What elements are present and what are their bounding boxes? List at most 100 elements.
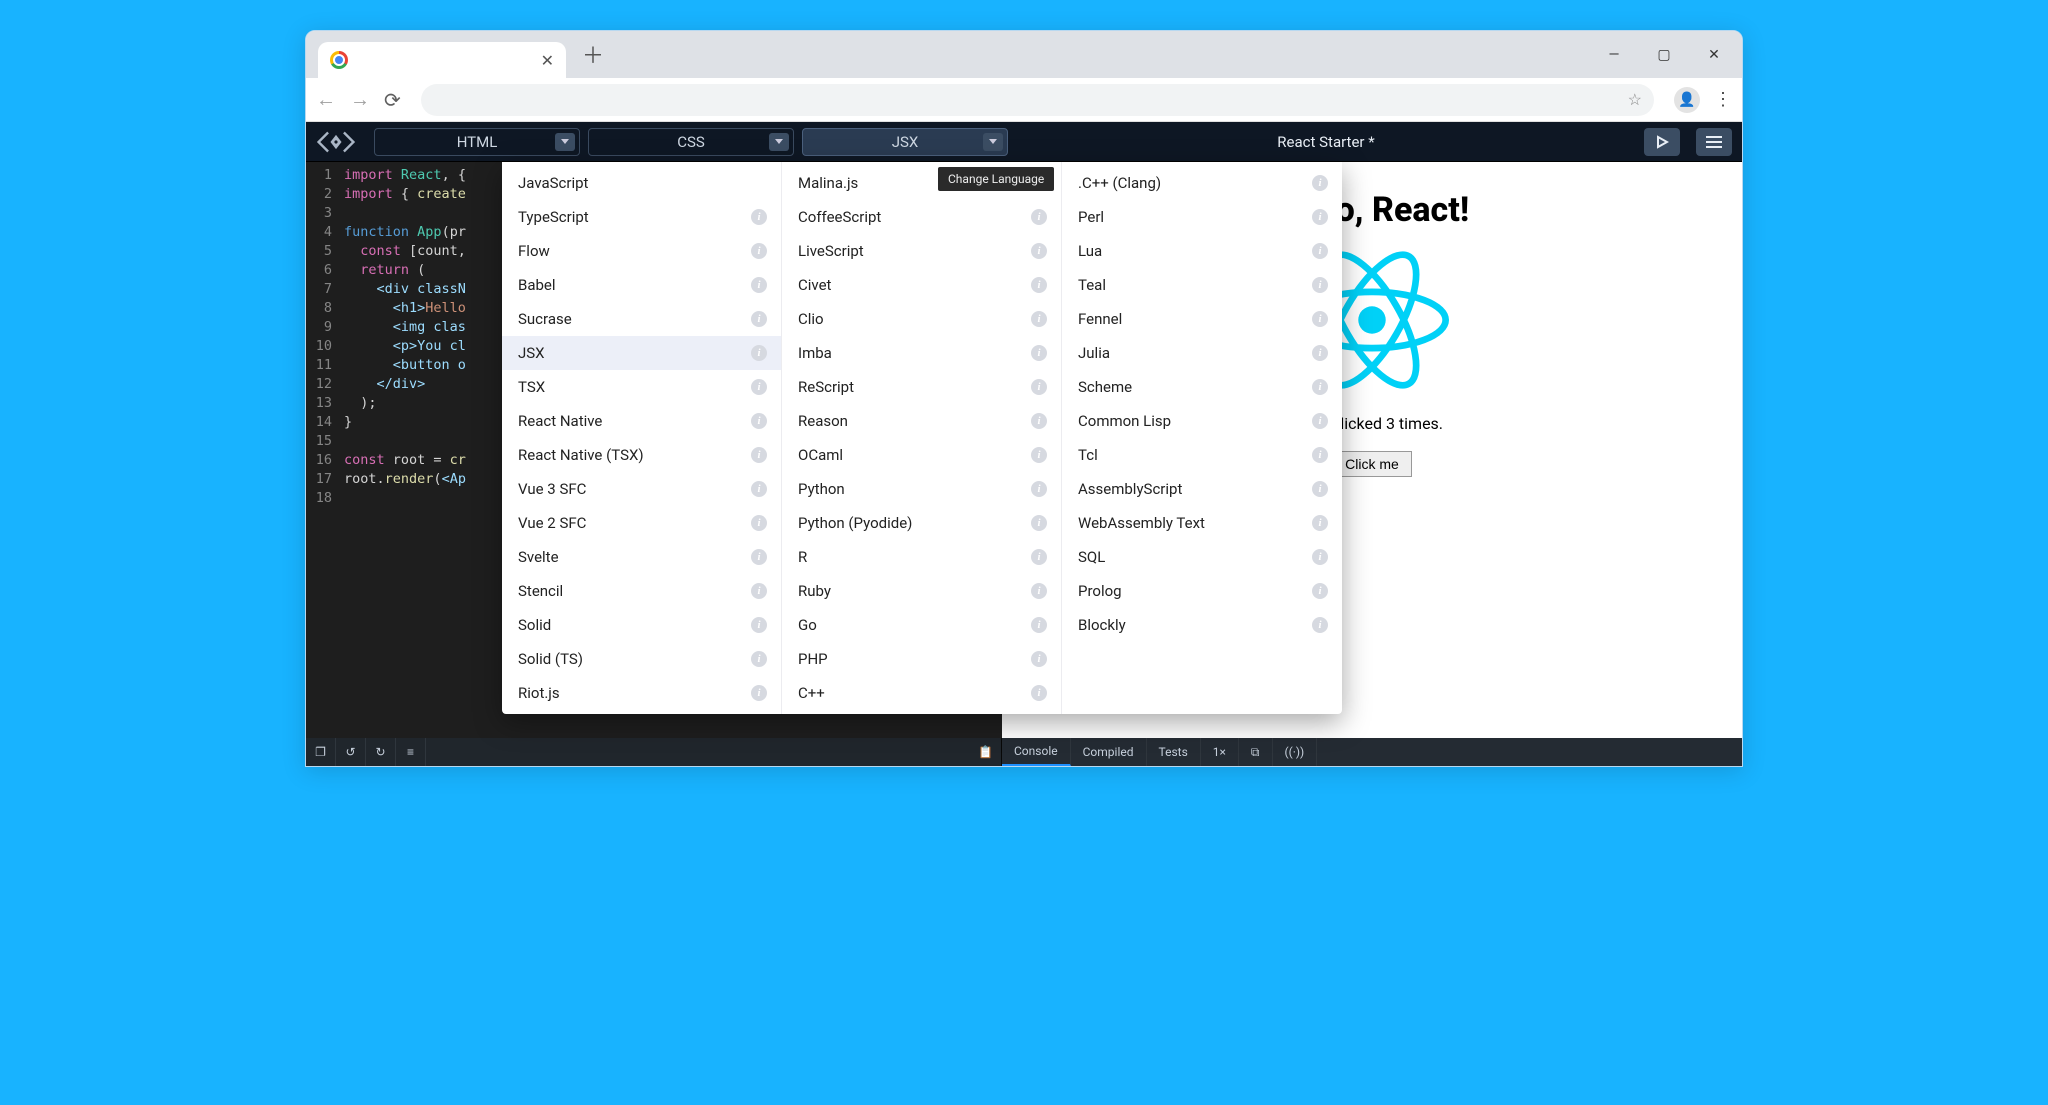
info-icon[interactable]: i [751,345,767,361]
info-icon[interactable]: i [1031,379,1047,395]
language-option[interactable]: TSXi [502,370,781,404]
status-tab[interactable]: Tests [1147,738,1201,766]
language-option[interactable]: LiveScripti [782,234,1061,268]
chevron-down-icon[interactable] [769,133,789,151]
language-option[interactable]: Vue 2 SFCi [502,506,781,540]
copy-icon[interactable]: ❐ [306,738,336,766]
info-icon[interactable]: i [1031,515,1047,531]
language-option[interactable]: Reasoni [782,404,1061,438]
info-icon[interactable]: i [751,549,767,565]
language-option[interactable]: Solid (TS)i [502,642,781,676]
language-option[interactable]: Teali [1062,268,1342,302]
language-option[interactable]: C++i [782,676,1061,710]
run-button[interactable] [1644,128,1680,156]
info-icon[interactable]: i [1312,549,1328,565]
info-icon[interactable]: i [751,651,767,667]
bookmark-icon[interactable]: ☆ [1628,90,1642,109]
info-icon[interactable]: i [1031,447,1047,463]
hamburger-menu-button[interactable] [1696,128,1732,156]
language-option[interactable]: Ri [782,540,1061,574]
info-icon[interactable]: i [1312,515,1328,531]
info-icon[interactable]: i [751,583,767,599]
clipboard-icon[interactable]: 📋 [426,738,1001,766]
click-me-button[interactable]: Click me [1332,451,1412,477]
language-option[interactable]: Riot.jsi [502,676,781,710]
language-option[interactable]: Solidi [502,608,781,642]
language-option[interactable]: AssemblyScripti [1062,472,1342,506]
info-icon[interactable]: i [751,413,767,429]
info-icon[interactable]: i [1312,175,1328,191]
language-option[interactable]: SQLi [1062,540,1342,574]
info-icon[interactable]: i [751,447,767,463]
language-option[interactable]: Rubyi [782,574,1061,608]
editor-tab-jsx[interactable]: JSX [802,128,1008,156]
info-icon[interactable]: i [1312,345,1328,361]
close-tab-icon[interactable]: ✕ [541,51,554,70]
status-tab[interactable]: Console [1002,738,1071,766]
info-icon[interactable]: i [751,311,767,327]
language-option[interactable]: Fenneli [1062,302,1342,336]
address-bar[interactable]: ☆ [421,84,1654,116]
language-option[interactable]: Clioi [782,302,1061,336]
info-icon[interactable]: i [1312,311,1328,327]
editor-tab-css[interactable]: CSS [588,128,794,156]
language-option[interactable]: JavaScript [502,166,781,200]
language-option[interactable]: Schemei [1062,370,1342,404]
status-icon[interactable]: ((·)) [1273,738,1318,766]
close-window-button[interactable]: ✕ [1692,31,1736,78]
language-option[interactable]: Goi [782,608,1061,642]
code-content[interactable]: import React, { import { create function… [344,166,466,508]
info-icon[interactable]: i [1312,481,1328,497]
status-tab[interactable]: 1× [1201,738,1239,766]
language-option[interactable]: React Nativei [502,404,781,438]
language-option[interactable]: Luai [1062,234,1342,268]
info-icon[interactable]: i [1031,413,1047,429]
info-icon[interactable]: i [751,209,767,225]
language-option[interactable]: Vue 3 SFCi [502,472,781,506]
language-option[interactable]: ReScripti [782,370,1061,404]
language-option[interactable]: Flowi [502,234,781,268]
forward-button[interactable]: → [350,87,370,112]
language-option[interactable]: .C++ (Clang)i [1062,166,1342,200]
language-option[interactable]: Babeli [502,268,781,302]
info-icon[interactable]: i [1031,549,1047,565]
info-icon[interactable]: i [1031,651,1047,667]
maximize-button[interactable]: ▢ [1642,31,1686,78]
minimize-button[interactable]: — [1592,31,1636,78]
language-option[interactable]: PHPi [782,642,1061,676]
chevron-down-icon[interactable] [983,133,1003,151]
info-icon[interactable]: i [1031,209,1047,225]
undo-icon[interactable]: ↺ [336,738,366,766]
info-icon[interactable]: i [1031,345,1047,361]
language-option[interactable]: Pythoni [782,472,1061,506]
language-option[interactable]: React Native (TSX)i [502,438,781,472]
info-icon[interactable]: i [1312,447,1328,463]
language-option[interactable]: Civeti [782,268,1061,302]
language-option[interactable]: Python (Pyodide)i [782,506,1061,540]
info-icon[interactable]: i [751,243,767,259]
info-icon[interactable]: i [1312,243,1328,259]
info-icon[interactable]: i [1031,243,1047,259]
browser-tab[interactable]: ✕ [318,42,566,78]
info-icon[interactable]: i [1312,277,1328,293]
format-icon[interactable]: ≡ [396,738,426,766]
status-tab[interactable]: Compiled [1071,738,1147,766]
language-option[interactable]: TypeScripti [502,200,781,234]
profile-button[interactable]: 👤 [1674,87,1700,113]
info-icon[interactable]: i [1312,617,1328,633]
language-option[interactable]: Stencili [502,574,781,608]
project-title[interactable]: React Starter * [1277,133,1374,151]
language-option[interactable]: Imbai [782,336,1061,370]
language-option[interactable]: JSXi [502,336,781,370]
info-icon[interactable]: i [1031,481,1047,497]
language-option[interactable]: OCamli [782,438,1061,472]
info-icon[interactable]: i [1031,583,1047,599]
reload-button[interactable]: ⟳ [384,88,401,112]
info-icon[interactable]: i [751,617,767,633]
browser-menu-button[interactable]: ⋮ [1714,89,1732,110]
info-icon[interactable]: i [1312,413,1328,429]
language-option[interactable]: Tcli [1062,438,1342,472]
language-option[interactable]: Perli [1062,200,1342,234]
back-button[interactable]: ← [316,87,336,112]
info-icon[interactable]: i [1031,617,1047,633]
